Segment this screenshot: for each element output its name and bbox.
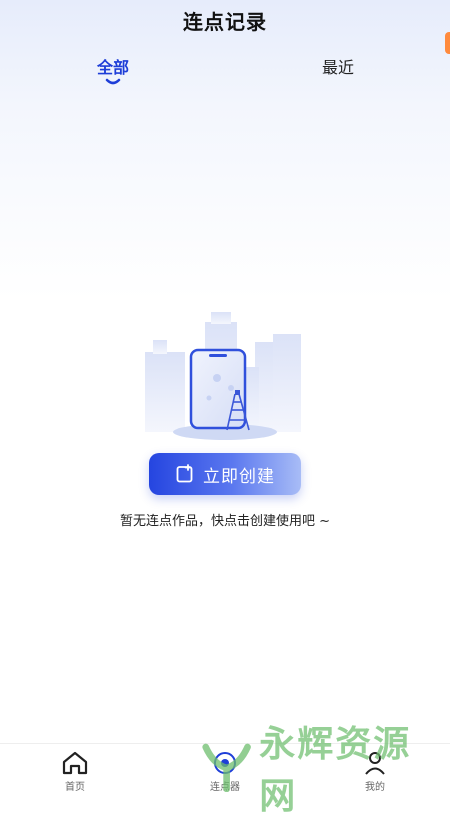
nav-clicker[interactable]: 连点器	[185, 750, 265, 793]
page-header: 连点记录	[0, 0, 450, 40]
empty-state-message: 暂无连点作品，快点击创建使用吧 ~	[119, 514, 331, 529]
tab-recent[interactable]: 最近	[288, 54, 388, 78]
tab-bar: 全部 最近	[0, 54, 450, 90]
nav-mine[interactable]: 我的	[335, 750, 415, 793]
tab-recent-label: 最近	[321, 58, 354, 77]
bottom-navigation: 首页 连点器 我的	[0, 743, 450, 800]
create-now-button[interactable]: 立即创建	[149, 453, 301, 495]
header-background	[0, 0, 450, 300]
nav-clicker-label: 连点器	[210, 782, 240, 793]
tab-all-label: 全部	[96, 58, 129, 77]
nav-home-label: 首页	[65, 782, 85, 793]
clicker-icon	[214, 752, 236, 774]
nav-home[interactable]: 首页	[35, 750, 115, 793]
tab-all[interactable]: 全部	[63, 54, 163, 85]
floating-edge-tab[interactable]	[445, 32, 450, 54]
new-file-icon	[176, 464, 193, 483]
page-title: 连点记录	[183, 9, 267, 34]
tab-active-indicator	[105, 78, 121, 85]
home-icon	[62, 751, 88, 775]
create-now-label: 立即创建	[203, 466, 275, 487]
nav-mine-label: 我的	[365, 782, 385, 793]
profile-icon	[365, 752, 385, 775]
empty-state-illustration	[145, 312, 301, 440]
